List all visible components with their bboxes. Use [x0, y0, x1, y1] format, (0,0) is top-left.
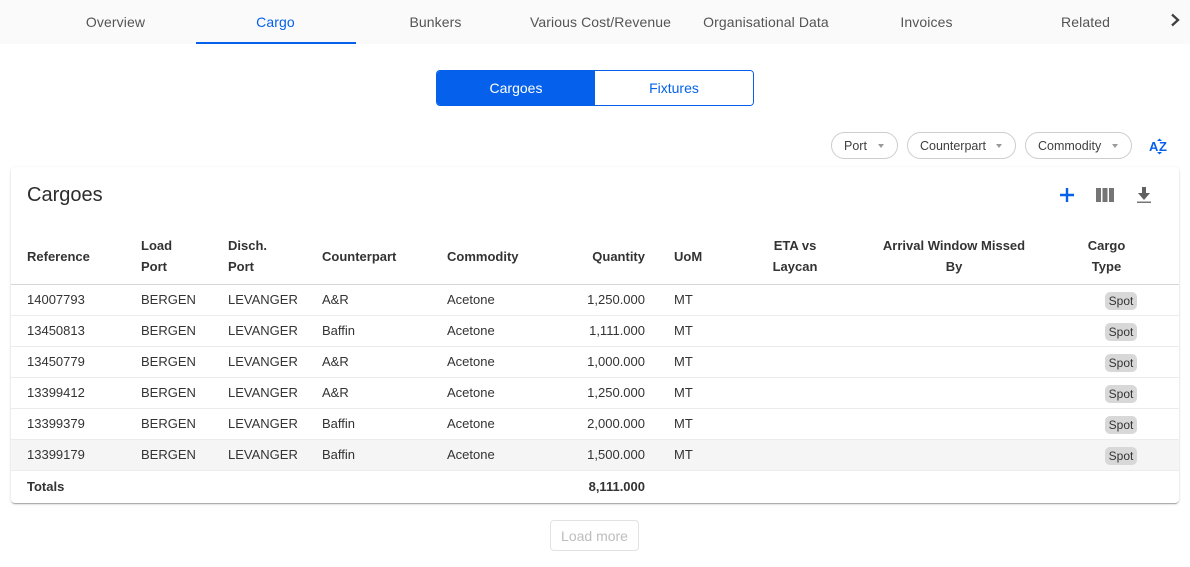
svg-text:Z: Z: [1159, 139, 1167, 154]
svg-text:A: A: [1149, 139, 1159, 154]
